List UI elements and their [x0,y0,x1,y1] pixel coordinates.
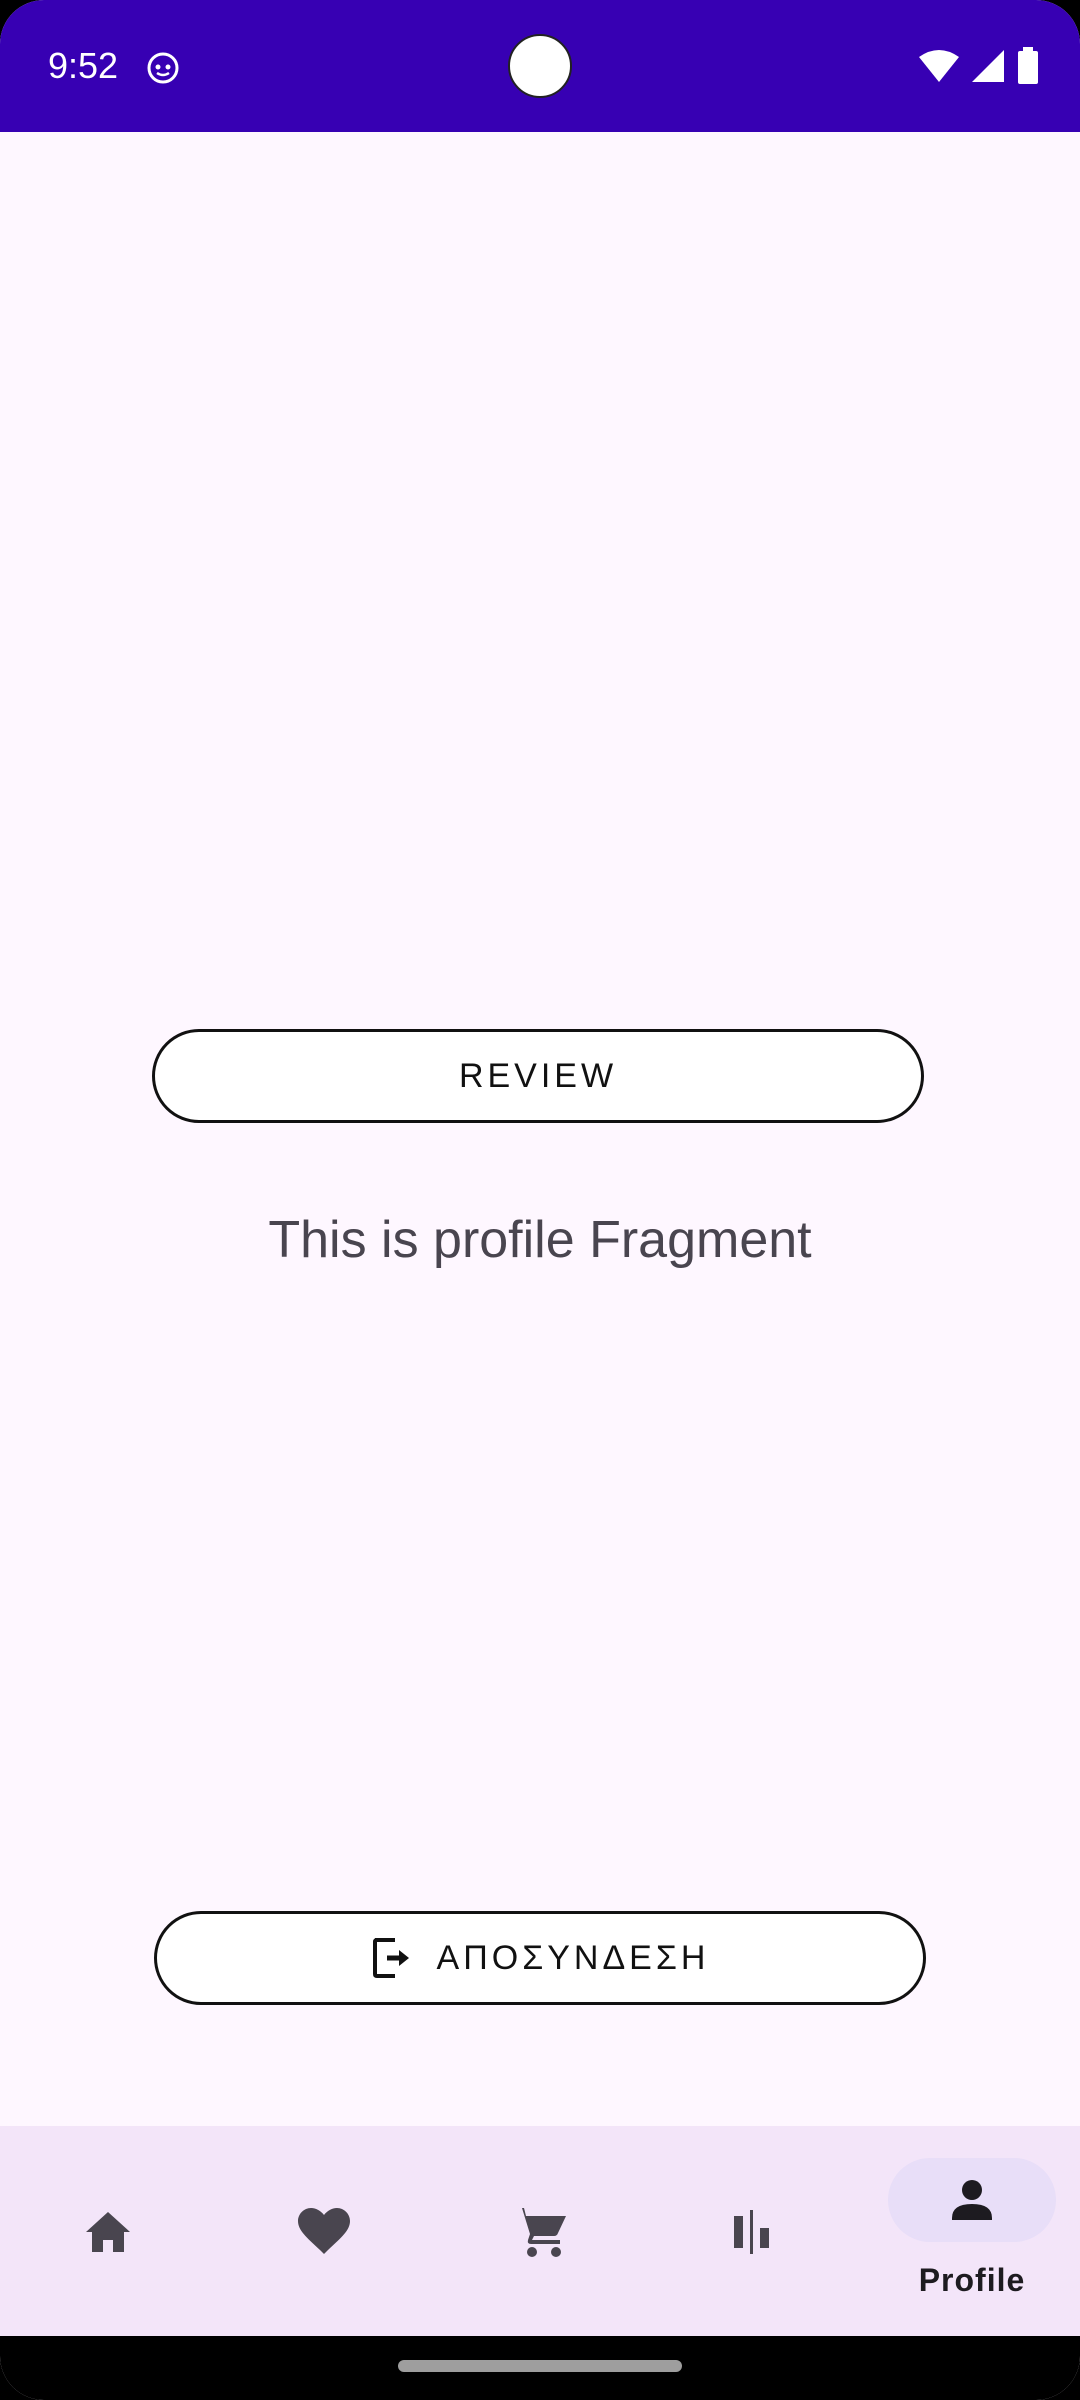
home-gesture-handle[interactable] [398,2360,682,2372]
review-button[interactable]: REVIEW [152,1029,924,1123]
fragment-text: This is profile Fragment [268,1211,812,1269]
bottom-navigation: Profile [0,2126,1080,2336]
battery-icon [1018,47,1038,84]
compare-icon [734,2210,769,2254]
camera-cutout [508,34,572,98]
system-nav-bar [0,2336,1080,2400]
status-icons [918,46,1040,86]
logout-button[interactable]: ΑΠΟΣΥΝΔΕΣΗ [154,1911,926,2005]
nav-item-favorites[interactable] [216,2126,432,2336]
cart-icon [514,2208,566,2257]
nav-item-home[interactable] [0,2126,216,2336]
status-time: 9:52 [48,45,119,86]
logout-icon [372,1938,409,1978]
heart-icon [298,2208,350,2254]
nav-label-profile: Profile [918,2262,1026,2298]
nav-item-cart[interactable] [432,2126,648,2336]
person-icon [952,2180,992,2220]
cell-signal-icon [972,50,1004,82]
app-screen: 9:52 REVIEW This is profile Fragment ΑΠΟ… [0,0,1080,2400]
profile-fragment: REVIEW This is profile Fragment ΑΠΟΣΥΝΔΕ… [0,132,1080,2126]
review-button-label: REVIEW [458,1056,618,1095]
home-icon [86,2212,130,2252]
nav-item-compare[interactable] [648,2126,864,2336]
nav-item-profile[interactable]: Profile [864,2126,1080,2336]
logout-button-label: ΑΠΟΣΥΝΔΕΣΗ [436,1938,710,1977]
wifi-icon [919,50,959,82]
status-bar: 9:52 [0,0,1080,132]
app-notification-icon [147,52,179,84]
